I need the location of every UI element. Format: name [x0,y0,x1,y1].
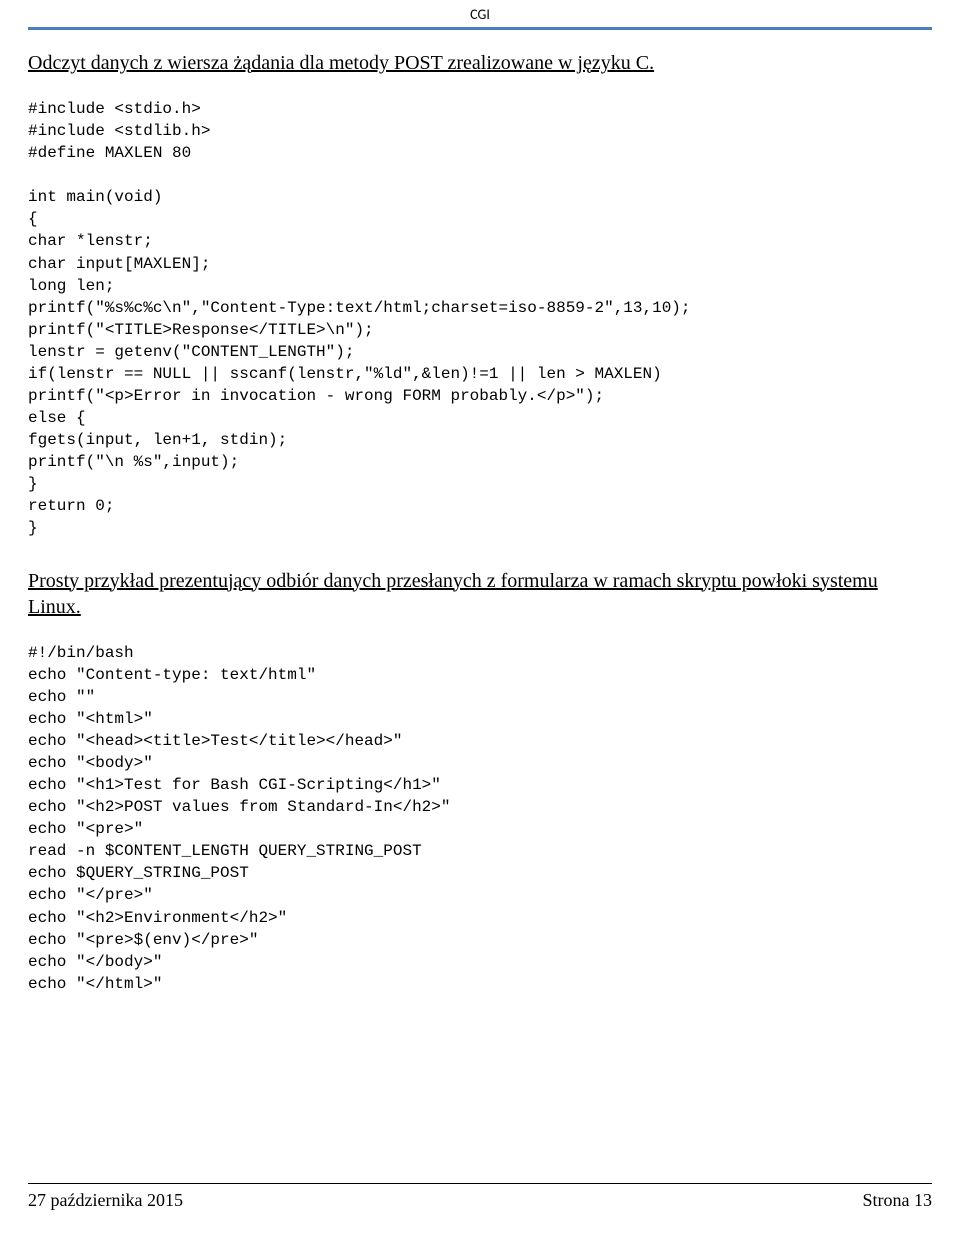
footer-row: 27 października 2015 Strona 13 [28,1190,932,1211]
page-content: Odczyt danych z wiersza żądania dla meto… [0,30,960,995]
code-block-bash: #!/bin/bash echo "Content-type: text/htm… [28,642,932,995]
section-2-title: Prosty przykład prezentujący odbiór dany… [28,568,932,620]
section-1-title: Odczyt danych z wiersza żądania dla meto… [28,50,932,76]
page-header-title: CGI [0,0,960,27]
page-footer: 27 października 2015 Strona 13 [28,1183,932,1211]
footer-divider [28,1183,932,1184]
footer-date: 27 października 2015 [28,1190,183,1211]
header-divider [28,27,932,30]
footer-page-number: Strona 13 [863,1190,933,1211]
code-block-c: #include <stdio.h> #include <stdlib.h> #… [28,98,932,540]
